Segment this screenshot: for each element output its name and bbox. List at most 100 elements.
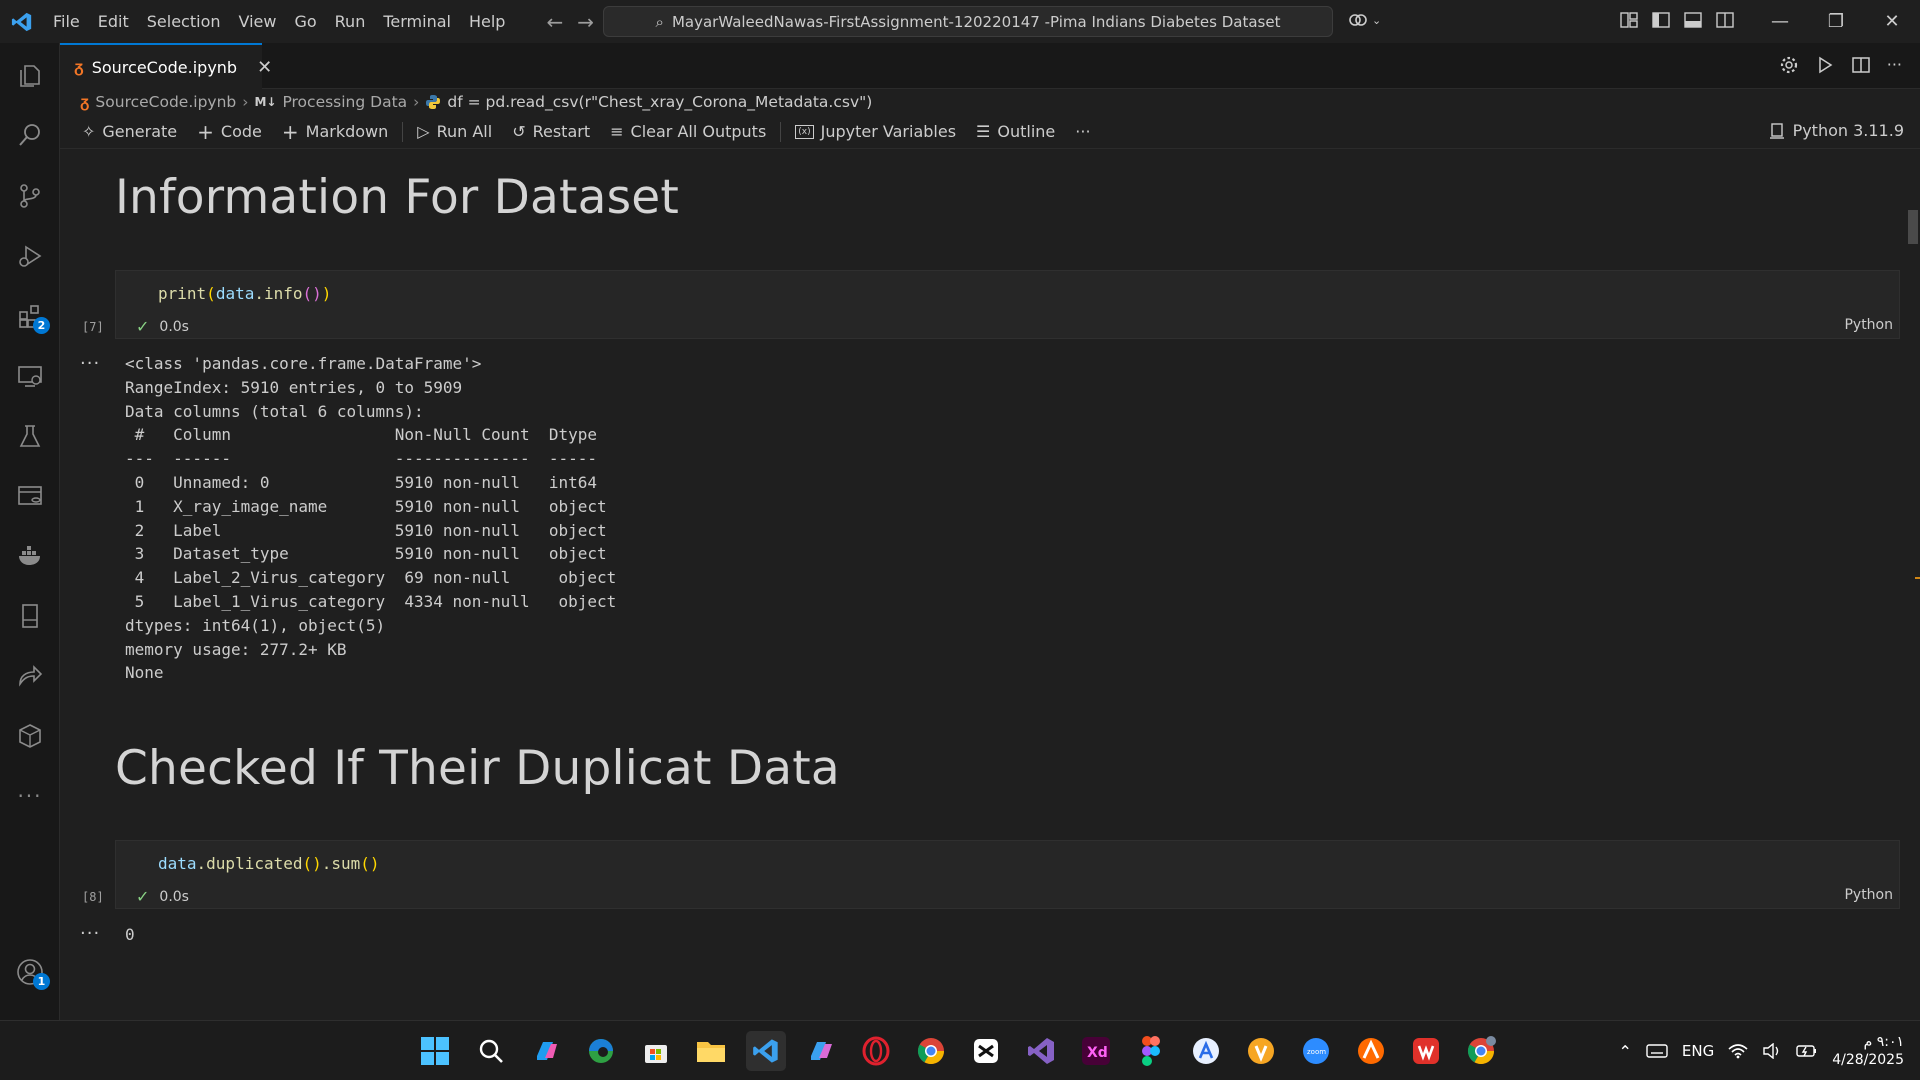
- language-indicator[interactable]: ENG: [1682, 1042, 1714, 1060]
- menu-file[interactable]: File: [44, 0, 89, 43]
- toggle-secondary-sidebar-icon[interactable]: [1716, 11, 1734, 29]
- jupyter-variables-label: Jupyter Variables: [820, 122, 957, 141]
- windows-start-icon[interactable]: [415, 1031, 455, 1071]
- execution-count: [8]: [82, 890, 104, 904]
- remote-explorer-icon[interactable]: [0, 350, 60, 402]
- accounts-icon[interactable]: 1: [0, 946, 60, 998]
- command-center-label: MayarWaleedNawas-FirstAssignment-1202201…: [671, 12, 1281, 31]
- restore-icon[interactable]: ❐: [1808, 0, 1864, 43]
- wps-office-icon[interactable]: [1406, 1031, 1446, 1071]
- clear-outputs-button[interactable]: ≡ Clear All Outputs: [600, 117, 776, 147]
- chrome-profile-icon[interactable]: [1461, 1031, 1501, 1071]
- battery-charging-icon[interactable]: [1796, 1043, 1818, 1059]
- toggle-panel-icon[interactable]: [1684, 11, 1702, 29]
- vertical-scrollbar[interactable]: [1908, 210, 1918, 244]
- opera-icon[interactable]: [856, 1031, 896, 1071]
- app-store-icon[interactable]: [1186, 1031, 1226, 1071]
- adobe-xd-icon[interactable]: Xd: [1076, 1031, 1116, 1071]
- jupyter-variables-button[interactable]: (x) Jupyter Variables: [785, 117, 966, 147]
- run-debug-icon[interactable]: [0, 230, 60, 282]
- file-explorer-icon[interactable]: [691, 1031, 731, 1071]
- code-cell[interactable]: print(data.info()) ✓ 0.0s Python: [115, 270, 1900, 339]
- database-icon[interactable]: [0, 470, 60, 522]
- live-share-icon[interactable]: [0, 650, 60, 702]
- output-more-icon[interactable]: ···: [80, 353, 100, 374]
- check-icon: ✓: [136, 887, 150, 906]
- more-actions-icon[interactable]: ···: [1887, 55, 1902, 75]
- tab-sourcecode[interactable]: ᵹ SourceCode.ipynb ✕: [60, 43, 272, 89]
- sparkle-icon: ✧: [82, 122, 96, 141]
- forward-arrow-icon[interactable]: →: [577, 10, 594, 34]
- menu-run[interactable]: Run: [326, 0, 375, 43]
- gear-icon[interactable]: [1779, 55, 1799, 75]
- windows-taskbar: Xd zoom ⌃ ENG ٩:٠١ م 4/28/2025: [0, 1020, 1920, 1080]
- close-icon[interactable]: ✕: [257, 57, 272, 78]
- m365-copilot-icon[interactable]: [801, 1031, 841, 1071]
- edge-browser-icon[interactable]: [581, 1031, 621, 1071]
- menu-selection[interactable]: Selection: [138, 0, 230, 43]
- outline-button[interactable]: ☰ Outline: [966, 117, 1065, 147]
- run-play-icon[interactable]: [1815, 55, 1835, 75]
- zoom-icon[interactable]: zoom: [1296, 1031, 1336, 1071]
- restart-button[interactable]: ↺ Restart: [502, 117, 600, 147]
- menu-go[interactable]: Go: [285, 0, 325, 43]
- code-cell[interactable]: data.duplicated().sum() ✓ 0.0s Python: [115, 840, 1900, 909]
- generate-button[interactable]: ✧ Generate: [72, 117, 187, 147]
- menu-help[interactable]: Help: [460, 0, 514, 43]
- python-icon: [426, 95, 441, 109]
- close-window-icon[interactable]: ✕: [1864, 0, 1920, 43]
- toggle-primary-sidebar-icon[interactable]: [1652, 11, 1670, 29]
- menu-view[interactable]: View: [230, 0, 286, 43]
- vscode-taskbar-icon[interactable]: [746, 1031, 786, 1071]
- add-markdown-button[interactable]: + Markdown: [272, 117, 398, 147]
- chevron-up-icon[interactable]: ⌃: [1618, 1042, 1631, 1061]
- more-views-icon[interactable]: ···: [0, 770, 60, 822]
- menu-terminal[interactable]: Terminal: [374, 0, 460, 43]
- split-editor-icon[interactable]: [1851, 55, 1871, 75]
- more-toolbar-button[interactable]: ···: [1065, 117, 1100, 147]
- clock[interactable]: ٩:٠١ م 4/28/2025: [1832, 1033, 1904, 1069]
- breadcrumb-section[interactable]: Processing Data: [282, 93, 407, 111]
- customize-layout-icon[interactable]: [1620, 11, 1638, 29]
- kernel-picker[interactable]: Python 3.11.9: [1769, 121, 1904, 140]
- breadcrumb-symbol[interactable]: df = pd.read_csv(r"Chest_xray_Corona_Met…: [447, 93, 872, 111]
- launcher-icon[interactable]: [1351, 1031, 1391, 1071]
- docker-icon[interactable]: [0, 530, 60, 582]
- notebook-toolbar: ✧ Generate + Code + Markdown ▷ Run All ↺…: [60, 115, 1920, 149]
- extensions-icon[interactable]: 2: [0, 290, 60, 342]
- minimize-icon[interactable]: —: [1752, 0, 1808, 43]
- cell-code[interactable]: data.duplicated().sum(): [158, 854, 380, 873]
- breadcrumb-file[interactable]: SourceCode.ipynb: [95, 93, 236, 111]
- output-line: 4 Label_2_Virus_category 69 non-null obj…: [125, 568, 617, 588]
- chrome-icon[interactable]: [911, 1031, 951, 1071]
- wifi-icon[interactable]: [1728, 1043, 1748, 1059]
- search-icon[interactable]: [471, 1031, 511, 1071]
- back-arrow-icon[interactable]: ←: [546, 10, 563, 34]
- volume-icon[interactable]: [1762, 1043, 1782, 1059]
- source-control-icon[interactable]: [0, 170, 60, 222]
- command-center-search[interactable]: ⌕ MayarWaleedNawas-FirstAssignment-12022…: [603, 6, 1333, 37]
- notebook-icon[interactable]: [0, 590, 60, 642]
- search-icon[interactable]: [0, 109, 60, 161]
- kubernetes-icon[interactable]: [0, 710, 60, 762]
- run-all-label: Run All: [436, 122, 493, 141]
- visual-studio-icon[interactable]: [1021, 1031, 1061, 1071]
- keyboard-icon[interactable]: [1646, 1043, 1668, 1059]
- accounts-badge: 1: [33, 973, 50, 990]
- copilot-icon[interactable]: [526, 1031, 566, 1071]
- cell-language[interactable]: Python: [1844, 317, 1893, 333]
- testing-icon[interactable]: [0, 410, 60, 462]
- microsoft-store-icon[interactable]: [636, 1031, 676, 1071]
- explorer-icon[interactable]: [0, 50, 60, 102]
- cell-code[interactable]: print(data.info()): [158, 284, 331, 303]
- run-all-button[interactable]: ▷ Run All: [407, 117, 502, 147]
- output-more-icon[interactable]: ···: [80, 923, 100, 944]
- capcut-icon[interactable]: [966, 1031, 1006, 1071]
- system-tray: ⌃ ENG ٩:٠١ م 4/28/2025: [1618, 1021, 1904, 1080]
- vpn-icon[interactable]: [1241, 1031, 1281, 1071]
- copilot-button[interactable]: ⌄: [1348, 10, 1381, 30]
- cell-language[interactable]: Python: [1844, 887, 1893, 903]
- figma-icon[interactable]: [1131, 1031, 1171, 1071]
- add-code-button[interactable]: + Code: [187, 117, 272, 147]
- menu-edit[interactable]: Edit: [89, 0, 138, 43]
